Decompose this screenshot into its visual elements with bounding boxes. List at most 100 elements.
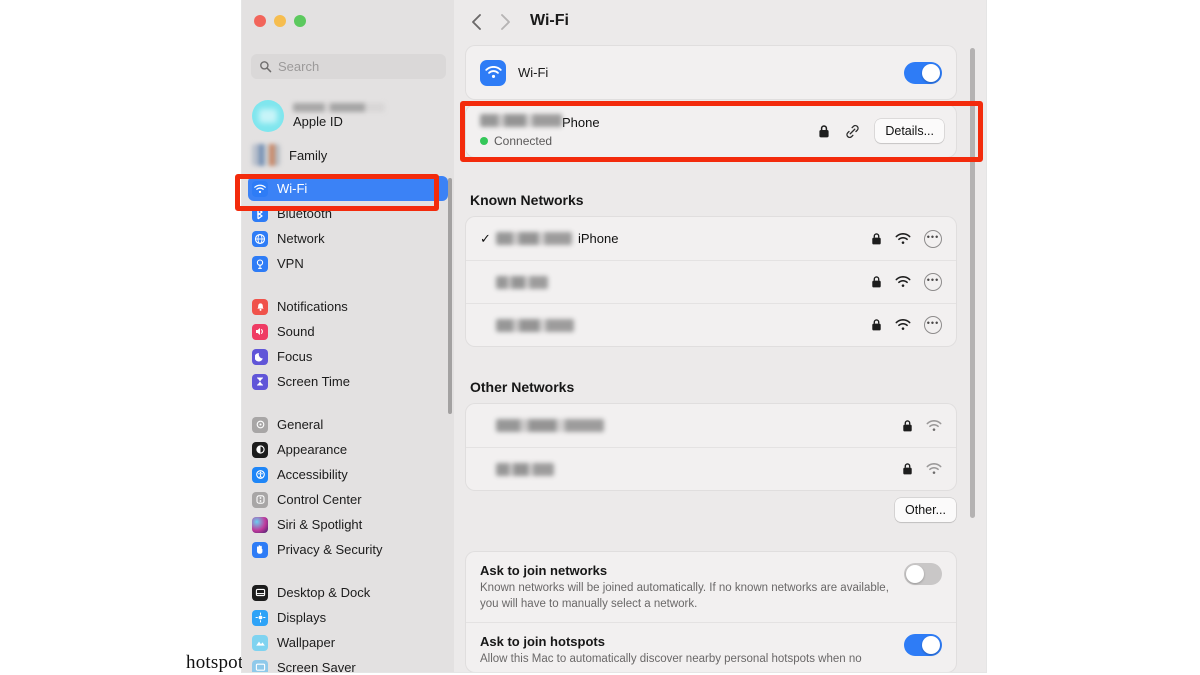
sidebar-item-displays[interactable]: Displays (248, 605, 448, 630)
sidebar-item-apple-id[interactable]: Apple ID (248, 96, 448, 136)
preference-description: Allow this Mac to automatically discover… (480, 652, 862, 665)
wifi-icon (252, 180, 268, 197)
ssid-redacted (496, 462, 554, 476)
nav-divider (248, 562, 448, 580)
system-settings-window: Search Apple ID Family Wi-Fi Bluetooth N… (242, 0, 986, 672)
close-button[interactable] (254, 15, 266, 27)
wifi-master-card: Wi-Fi (466, 46, 956, 99)
table-row[interactable]: ••• (466, 260, 956, 303)
preference-title: Ask to join hotspots (480, 633, 605, 649)
ssid-redacted (496, 275, 548, 289)
screen-saver-icon (252, 659, 268, 672)
privacy-hand-icon (252, 541, 268, 558)
sidebar-nav: Wi-Fi Bluetooth Network VPN Notification… (248, 176, 448, 672)
table-row[interactable] (466, 447, 956, 490)
wifi-master-label: Wi-Fi (518, 65, 549, 80)
sidebar-item-wallpaper[interactable]: Wallpaper (248, 630, 448, 655)
sidebar-item-desktop-and-dock[interactable]: Desktop & Dock (248, 580, 448, 605)
details-button[interactable]: Details... (875, 119, 944, 143)
main-pane-scrollbar[interactable] (970, 48, 975, 518)
avatar (252, 100, 284, 132)
ssid-redacted (496, 419, 604, 432)
more-options-button[interactable]: ••• (924, 316, 942, 334)
sidebar-item-wi-fi[interactable]: Wi-Fi (248, 176, 448, 201)
general-gear-icon (252, 416, 268, 433)
sidebar-item-screen-time[interactable]: Screen Time (248, 369, 448, 394)
preference-ask-to-join-networks: Ask to join networks Known networks will… (466, 552, 956, 622)
sidebar-item-vpn[interactable]: VPN (248, 251, 448, 276)
ssid-suffix: iPhone (578, 231, 619, 246)
preferences-card: Ask to join networks Known networks will… (466, 552, 956, 672)
more-options-button[interactable]: ••• (924, 273, 942, 291)
table-row[interactable] (466, 404, 956, 447)
sidebar-item-accessibility[interactable]: Accessibility (248, 462, 448, 487)
sidebar-item-siri-and-spotlight[interactable]: Siri & Spotlight (248, 512, 448, 537)
connected-network-card: Phone Connected Details... (466, 105, 956, 157)
ask-to-join-networks-toggle[interactable] (904, 563, 942, 585)
sidebar-item-label: General (277, 417, 324, 432)
status-dot (480, 137, 488, 145)
wifi-icon (480, 59, 506, 86)
sidebar-item-network[interactable]: Network (248, 226, 448, 251)
focus-moon-icon (252, 348, 268, 365)
sidebar-scrollbar[interactable] (448, 178, 452, 414)
wifi-master-toggle[interactable] (904, 61, 942, 84)
sidebar-item-control-center[interactable]: Control Center (248, 487, 448, 512)
control-center-icon (252, 491, 268, 508)
sidebar-item-appearance[interactable]: Appearance (248, 437, 448, 462)
table-row[interactable]: ••• (466, 303, 956, 346)
checkmark-icon: ✓ (480, 230, 491, 246)
chevron-left-icon[interactable] (466, 10, 488, 34)
sidebar-item-bluetooth[interactable]: Bluetooth (248, 201, 448, 226)
sidebar-item-label: Privacy & Security (277, 542, 383, 557)
sidebar-item-label: Siri & Spotlight (277, 517, 363, 532)
account-name-redacted (293, 103, 385, 112)
sidebar-item-notifications[interactable]: Notifications (248, 294, 448, 319)
sidebar-item-family[interactable]: Family (248, 140, 448, 170)
sidebar-item-label: VPN (277, 256, 304, 271)
appearance-icon (252, 441, 268, 458)
lock-icon (903, 419, 912, 431)
known-networks-card: ✓ iPhone ••• ••• ••• (466, 217, 956, 346)
sound-speaker-icon (252, 323, 268, 340)
ask-to-join-hotspots-toggle[interactable] (904, 633, 942, 656)
preference-description: Known networks will be joined automatica… (480, 582, 889, 610)
accessibility-icon (252, 466, 268, 483)
window-traffic-lights (254, 15, 306, 27)
table-row[interactable]: ✓ iPhone ••• (466, 217, 956, 260)
wifi-weak-icon (926, 463, 942, 474)
more-options-button[interactable]: ••• (924, 229, 942, 248)
pane-toolbar: Wi-Fi (454, 0, 986, 46)
preference-title: Ask to join networks (480, 563, 608, 578)
connected-ssid-suffix: Phone (562, 115, 600, 130)
sidebar-item-screen-saver[interactable]: Screen Saver (248, 655, 448, 672)
ssid-redacted (496, 318, 574, 332)
nav-divider (248, 394, 448, 412)
sidebar-item-privacy-and-security[interactable]: Privacy & Security (248, 537, 448, 562)
family-photos-icon (252, 144, 280, 166)
minimize-button[interactable] (274, 15, 286, 27)
chevron-right-icon[interactable] (494, 10, 516, 34)
lock-icon (872, 319, 881, 331)
search-input[interactable]: Search (251, 54, 446, 79)
search-placeholder: Search (278, 59, 320, 74)
vpn-icon (252, 255, 268, 272)
sidebar-item-label: Wallpaper (277, 635, 336, 650)
sidebar-item-label: Network (277, 231, 325, 246)
wifi-signal-icon (895, 276, 911, 287)
connected-ssid-redacted (480, 114, 562, 127)
desktop-dock-icon (252, 584, 268, 601)
known-networks-header: Known Networks (470, 192, 584, 208)
bluetooth-icon (252, 205, 268, 222)
link-chain-icon[interactable] (844, 124, 861, 139)
sidebar-item-general[interactable]: General (248, 412, 448, 437)
maximize-button[interactable] (294, 15, 306, 27)
connected-network-row[interactable]: Phone Connected Details... (466, 105, 956, 157)
screenshot-canvas: hotspot can be a great way to stay conne… (0, 0, 1200, 675)
sidebar-item-label: Screen Time (277, 374, 350, 389)
lock-icon (872, 232, 881, 244)
other-networks-button[interactable]: Other... (895, 498, 956, 522)
sidebar-item-sound[interactable]: Sound (248, 319, 448, 344)
other-networks-header: Other Networks (470, 379, 575, 395)
sidebar-item-focus[interactable]: Focus (248, 344, 448, 369)
